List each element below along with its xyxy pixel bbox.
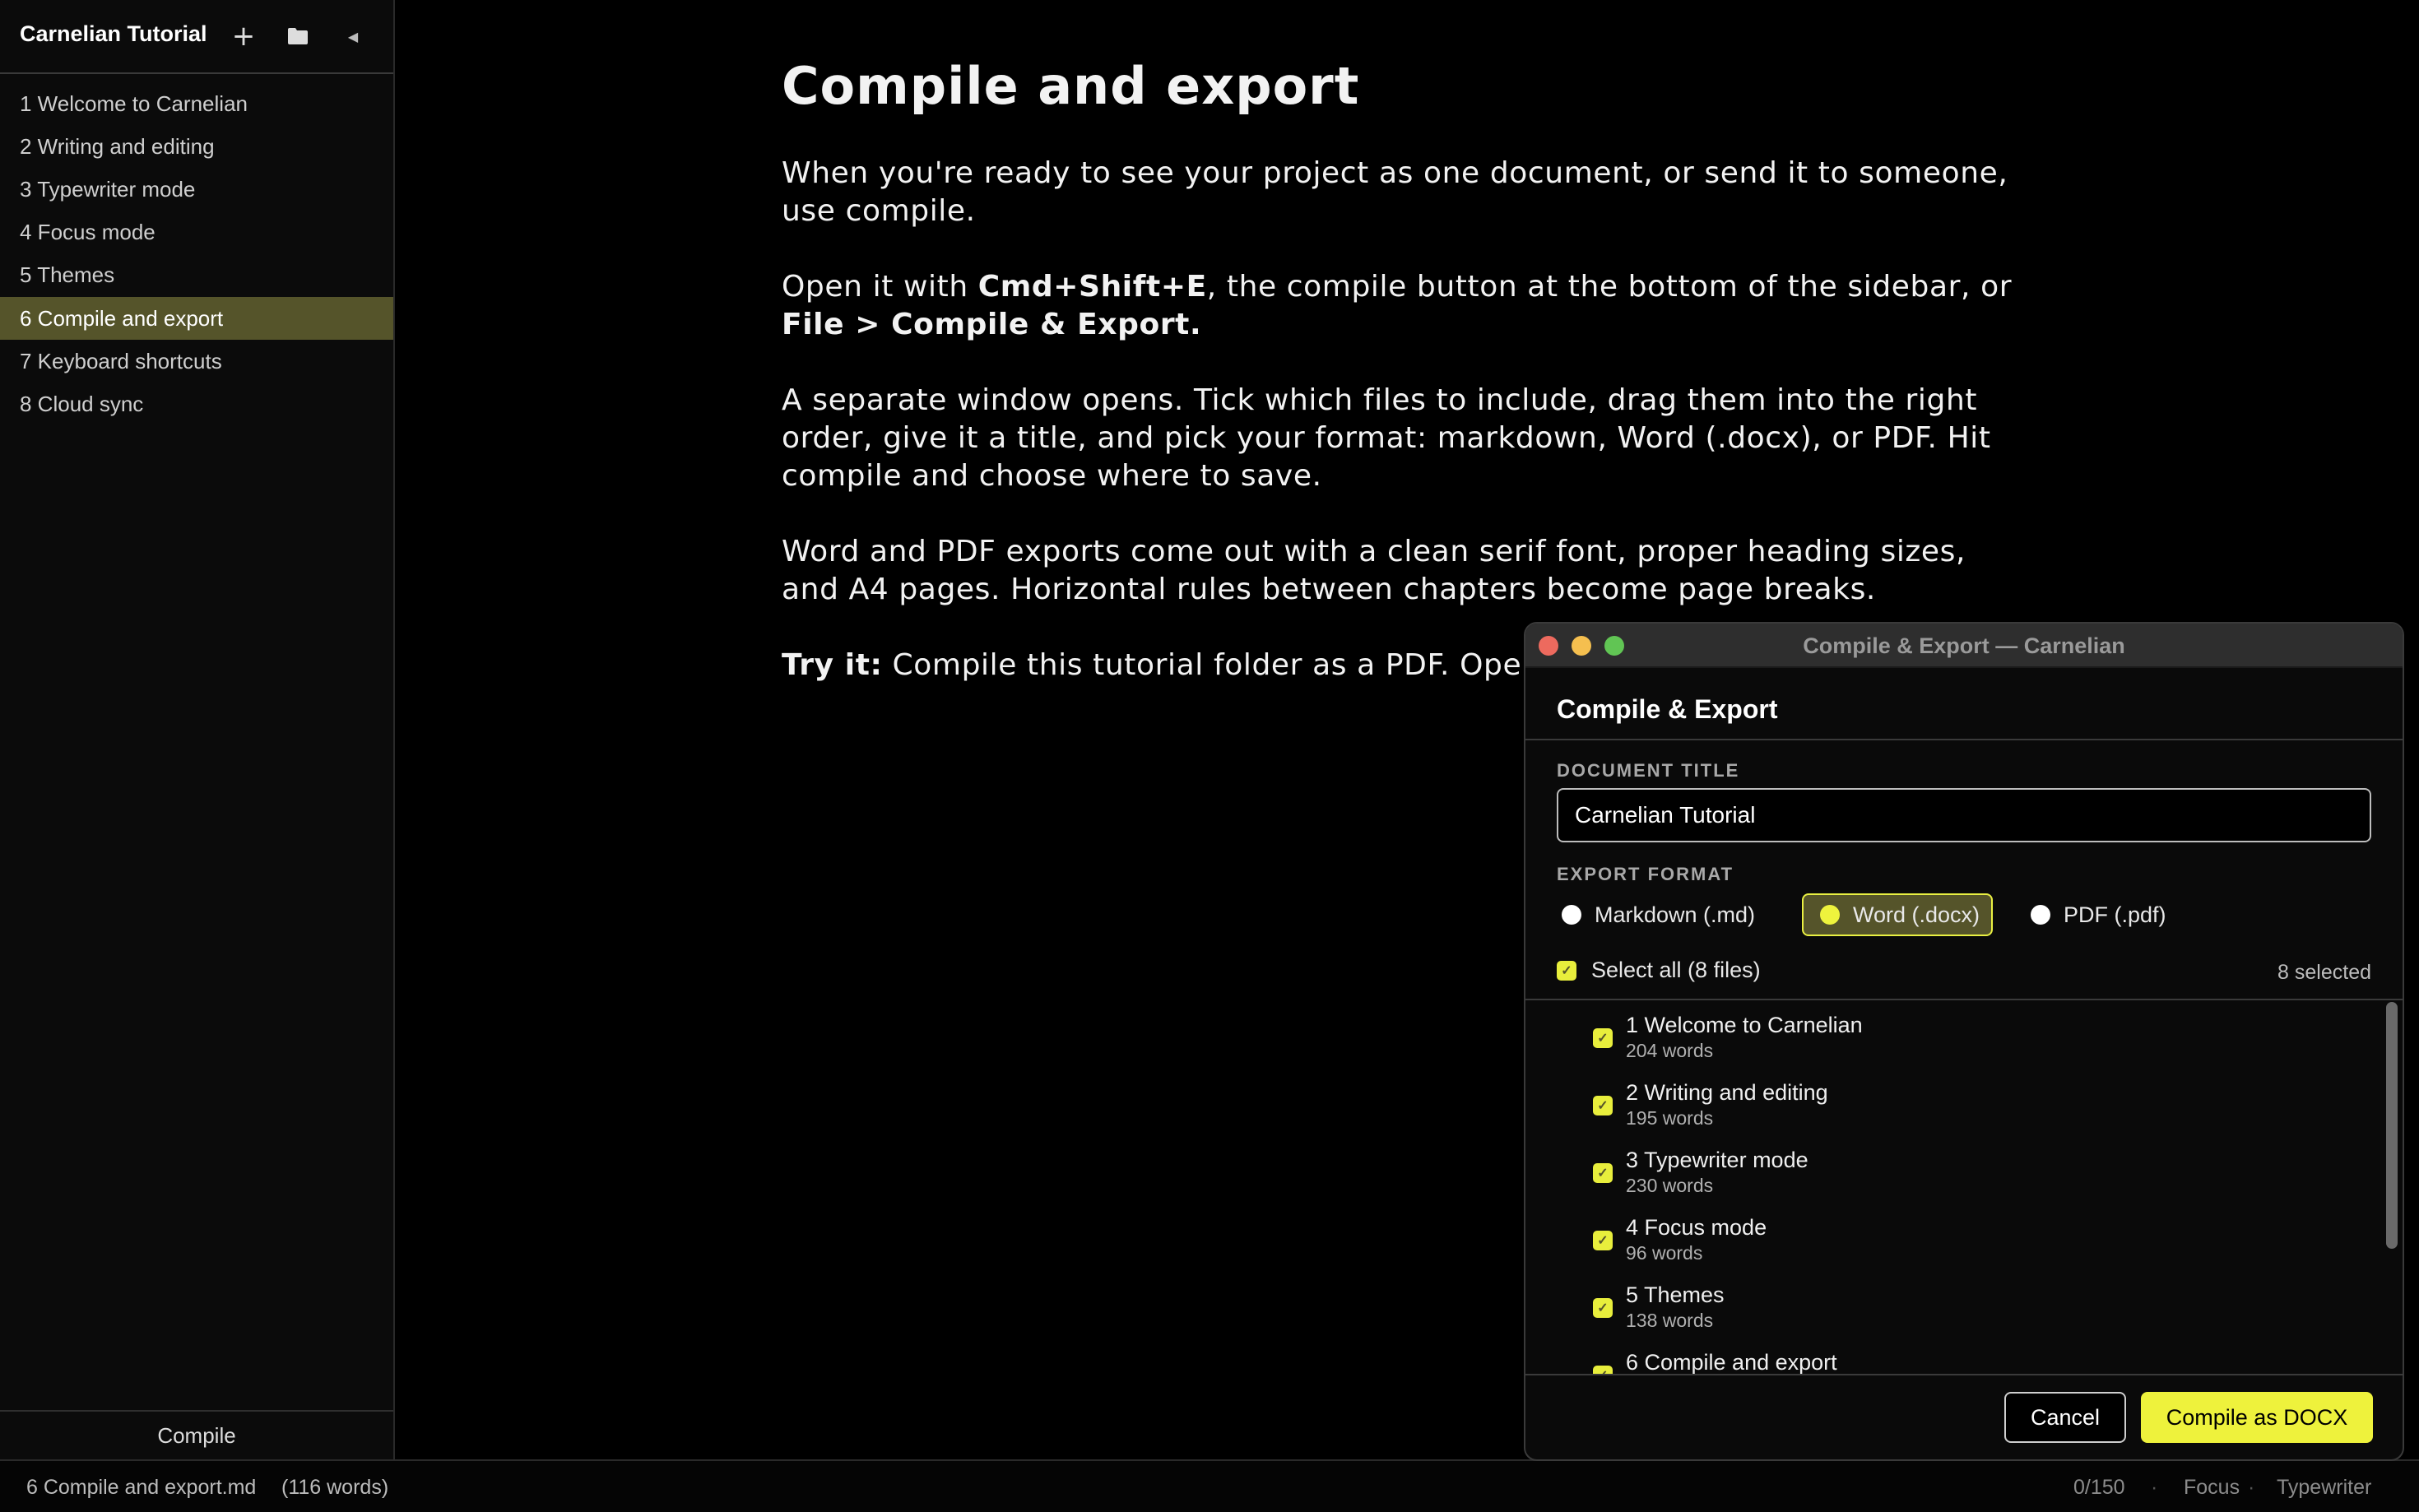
compile-button[interactable]: Compile bbox=[0, 1410, 393, 1459]
status-file-name: 6 Compile and export.md bbox=[26, 1476, 257, 1499]
file-word-count: 195 words bbox=[1626, 1107, 1714, 1129]
format-label: PDF (.pdf) bbox=[2064, 902, 2166, 927]
status-separator: · bbox=[2151, 1476, 2158, 1499]
sidebar-item-focus[interactable]: 4 Focus mode bbox=[0, 211, 393, 253]
status-separator: · bbox=[2248, 1476, 2255, 1499]
file-word-count: 96 words bbox=[1626, 1242, 1703, 1264]
paragraph-window: A separate window opens. Tick which file… bbox=[782, 383, 1991, 493]
sidebar-item-shortcuts[interactable]: 7 Keyboard shortcuts bbox=[0, 340, 393, 383]
sidebar-item-typewriter[interactable]: 3 Typewriter mode bbox=[0, 168, 393, 211]
checkbox-checked-icon[interactable]: ✓ bbox=[1593, 1231, 1613, 1250]
radio-button-selected[interactable] bbox=[1820, 905, 1840, 925]
format-option-markdown[interactable]: Markdown (.md) bbox=[1557, 893, 1771, 936]
divider bbox=[1525, 739, 2403, 740]
divider bbox=[1525, 1374, 2403, 1375]
status-bar: 6 Compile and export.md (116 words) 0/15… bbox=[0, 1459, 2419, 1512]
list-item[interactable]: ✓ 3 Typewriter mode 230 words bbox=[1593, 1147, 1808, 1198]
collapse-sidebar-icon[interactable]: ◀ bbox=[335, 18, 371, 54]
checkbox-checked-icon[interactable]: ✓ bbox=[1593, 1096, 1613, 1115]
format-option-word[interactable]: Word (.docx) bbox=[1802, 893, 1993, 936]
paragraph-open: Open it with Cmd+Shift+E, the compile bu… bbox=[782, 268, 2032, 344]
document-title-input[interactable] bbox=[1557, 788, 2371, 842]
dialog-heading: Compile & Export bbox=[1557, 694, 1778, 724]
export-format-label: EXPORT FORMAT bbox=[1557, 864, 1734, 884]
list-item[interactable]: ✓ 5 Themes 138 words bbox=[1593, 1282, 1725, 1333]
window-title: Compile & Export — Carnelian bbox=[1803, 633, 2125, 658]
file-name: 6 Compile and export bbox=[1626, 1350, 1837, 1374]
document-heading: Compile and export bbox=[782, 56, 1360, 116]
paragraph-intro: When you're ready to see your project as… bbox=[782, 156, 2008, 228]
file-word-count: 138 words bbox=[1626, 1310, 1714, 1331]
text-run: Compile this tutorial folder as a PDF. O… bbox=[882, 648, 1541, 682]
menu-path-text: File > Compile & Export. bbox=[782, 308, 1202, 341]
text-run: , the compile button at the bottom of th… bbox=[1206, 270, 2013, 304]
shortcut-text: Cmd+Shift+E bbox=[977, 270, 1207, 304]
file-list[interactable]: ✓ 1 Welcome to Carnelian 204 words ✓ 2 Wr… bbox=[1525, 999, 2403, 1374]
compile-export-dialog: Compile & Export — Carnelian Compile & E… bbox=[1524, 622, 2404, 1461]
plus-icon[interactable]: + bbox=[225, 18, 262, 54]
file-list-scrollbar[interactable] bbox=[2386, 1002, 2398, 1249]
compile-as-docx-button[interactable]: Compile as DOCX bbox=[2141, 1392, 2373, 1443]
radio-button[interactable] bbox=[2031, 905, 2050, 925]
folder-icon[interactable] bbox=[280, 18, 316, 54]
status-typewriter-toggle[interactable]: Typewriter bbox=[2277, 1476, 2371, 1500]
status-focus-toggle[interactable]: Focus bbox=[2184, 1476, 2240, 1500]
project-title: Carnelian Tutorial bbox=[20, 21, 207, 46]
cancel-button[interactable]: Cancel bbox=[2004, 1392, 2126, 1443]
file-word-count: 204 words bbox=[1626, 1040, 1714, 1061]
select-all-label: Select all (8 files) bbox=[1591, 958, 1761, 982]
document-title-label: DOCUMENT TITLE bbox=[1557, 760, 1740, 781]
format-label: Word (.docx) bbox=[1853, 902, 1980, 927]
window-titlebar[interactable]: Compile & Export — Carnelian bbox=[1525, 624, 2403, 668]
format-option-pdf[interactable]: PDF (.pdf) bbox=[2026, 893, 2190, 936]
list-item[interactable]: ✓ 4 Focus mode 96 words bbox=[1593, 1214, 1767, 1265]
sidebar-item-writing[interactable]: 2 Writing and editing bbox=[0, 125, 393, 168]
list-item[interactable]: ✓ 1 Welcome to Carnelian 204 words bbox=[1593, 1012, 1863, 1063]
checkbox-checked-icon[interactable]: ✓ bbox=[1557, 960, 1576, 981]
radio-button[interactable] bbox=[1562, 905, 1581, 925]
file-word-count: 230 words bbox=[1626, 1175, 1714, 1196]
file-name: 2 Writing and editing bbox=[1626, 1080, 1828, 1105]
checkbox-checked-icon[interactable]: ✓ bbox=[1593, 1163, 1613, 1183]
list-item[interactable]: ✓ 6 Compile and export bbox=[1593, 1349, 1837, 1374]
checkbox-checked-icon[interactable]: ✓ bbox=[1593, 1028, 1613, 1048]
sidebar-item-welcome[interactable]: 1 Welcome to Carnelian bbox=[0, 82, 393, 125]
selected-count: 8 selected bbox=[2277, 961, 2371, 984]
status-word-count: (116 words) bbox=[281, 1476, 389, 1499]
checkbox-checked-icon[interactable]: ✓ bbox=[1593, 1366, 1613, 1374]
file-name: 5 Themes bbox=[1626, 1282, 1725, 1307]
select-all-checkbox[interactable]: ✓ Select all (8 files) bbox=[1557, 958, 1761, 983]
file-name: 1 Welcome to Carnelian bbox=[1626, 1013, 1863, 1037]
sidebar-header: Carnelian Tutorial + ◀ bbox=[0, 0, 393, 74]
paragraph-exports: Word and PDF exports come out with a cle… bbox=[782, 535, 1966, 606]
status-word-goal: 0/150 bbox=[2073, 1476, 2125, 1499]
sidebar-item-cloud-sync[interactable]: 8 Cloud sync bbox=[0, 383, 393, 425]
sidebar: Carnelian Tutorial + ◀ 1 Welcome to Carn… bbox=[0, 0, 395, 1459]
try-it-label: Try it: bbox=[782, 648, 883, 682]
format-label: Markdown (.md) bbox=[1595, 902, 1756, 927]
file-name: 4 Focus mode bbox=[1626, 1215, 1767, 1240]
text-run: Open it with bbox=[782, 270, 978, 304]
sidebar-item-compile[interactable]: 6 Compile and export bbox=[0, 297, 393, 340]
checkbox-checked-icon[interactable]: ✓ bbox=[1593, 1298, 1613, 1318]
list-item[interactable]: ✓ 2 Writing and editing 195 words bbox=[1593, 1079, 1828, 1130]
sidebar-item-themes[interactable]: 5 Themes bbox=[0, 253, 393, 296]
file-name: 3 Typewriter mode bbox=[1626, 1148, 1808, 1172]
